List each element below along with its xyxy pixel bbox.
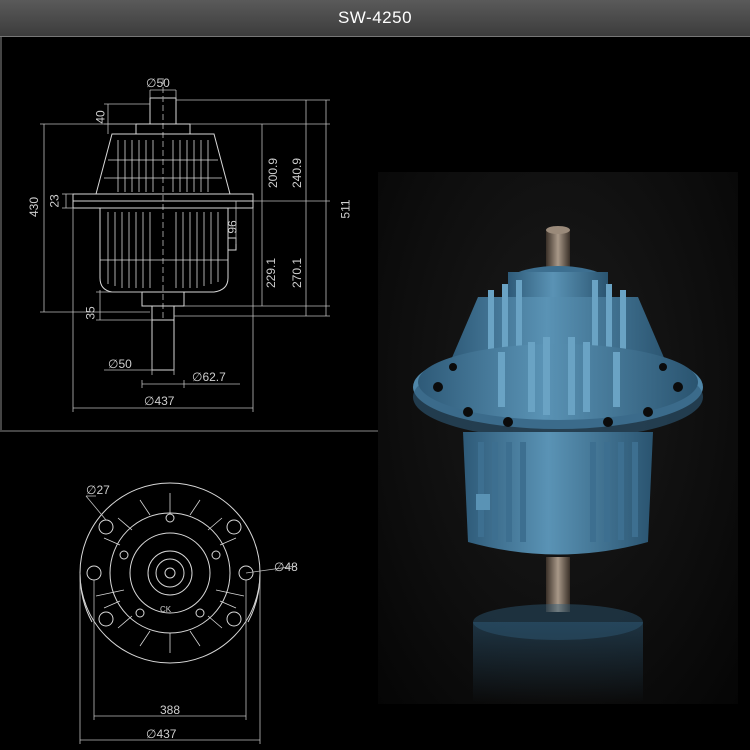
label-overall-dia-top: ∅437 xyxy=(146,727,177,741)
label-center-bore-dia: ∅48 xyxy=(274,560,298,574)
label-bolt-hole-dia: ∅27 xyxy=(86,483,110,497)
logo-text: CK xyxy=(160,605,172,614)
product-render xyxy=(378,172,738,704)
motor-render-illustration xyxy=(413,226,703,702)
label-bolt-circle: 388 xyxy=(160,703,181,717)
